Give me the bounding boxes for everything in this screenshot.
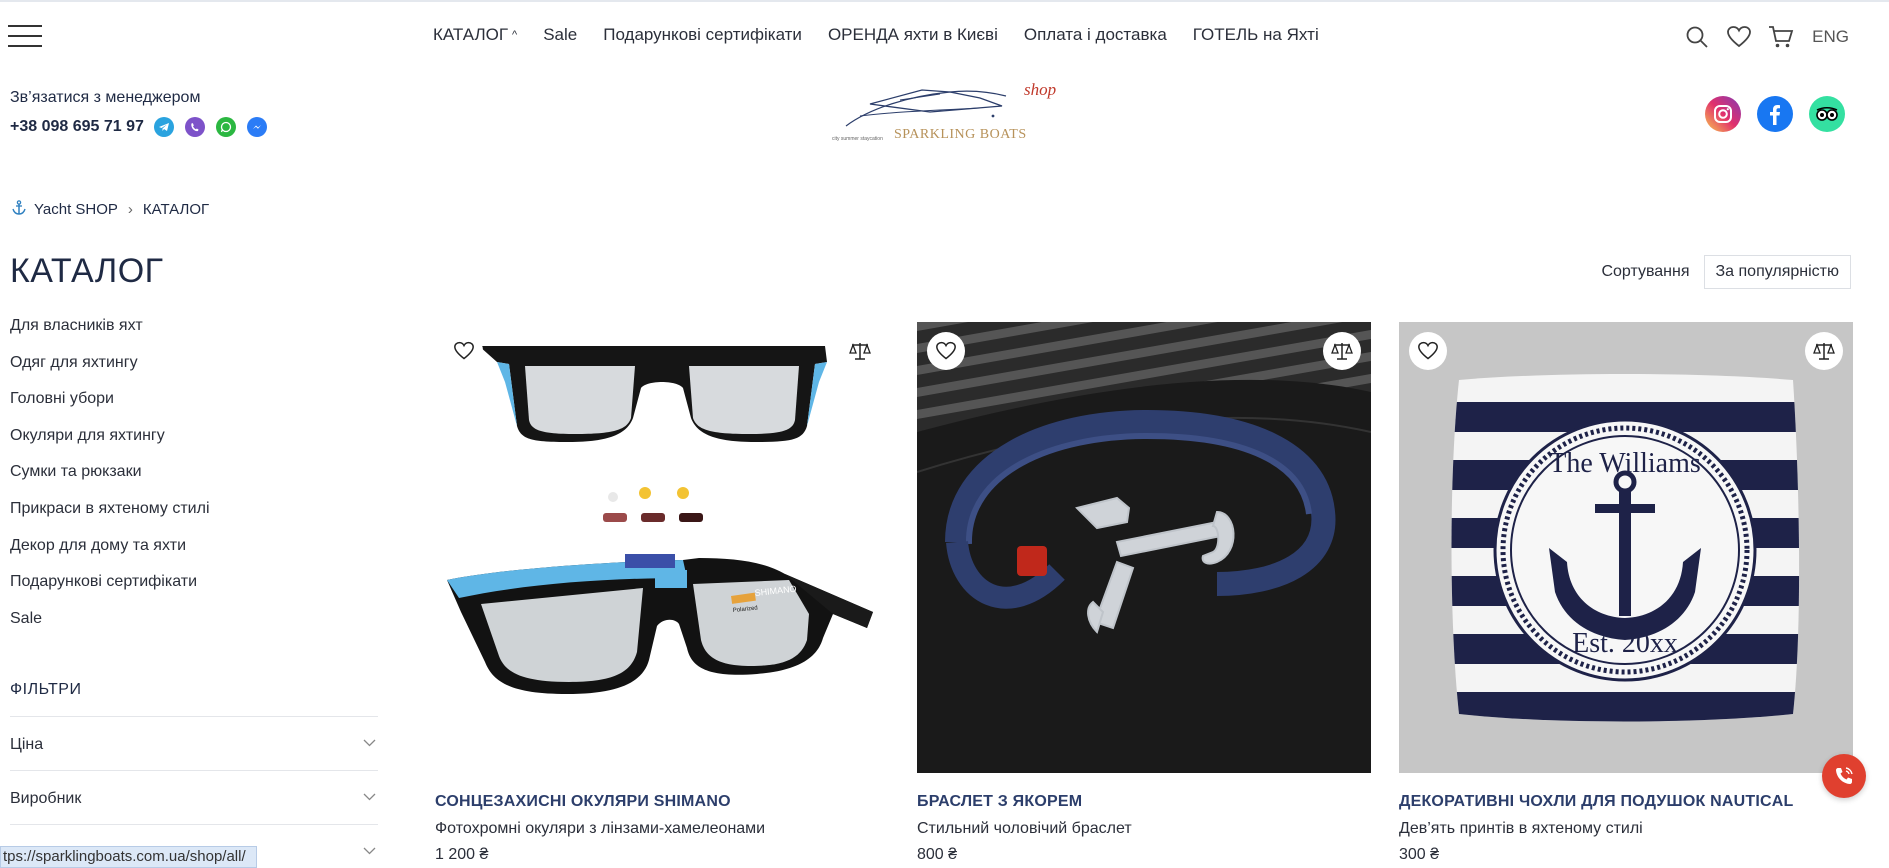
product-price: 800 ₴ — [917, 846, 958, 863]
product-image[interactable] — [917, 322, 1371, 773]
cart-icon[interactable] — [1764, 20, 1798, 54]
filter-price[interactable]: Ціна — [10, 716, 378, 770]
nav-item-yacht-rental[interactable]: ОРЕНДА яхти в Києві — [828, 25, 998, 45]
facebook-icon[interactable] — [1757, 96, 1793, 132]
social-links — [1705, 96, 1845, 132]
product-title[interactable]: СОНЦЕЗАХИСНІ ОКУЛЯРИ SHIMANO — [435, 793, 889, 811]
category-list: Для власників яхт Одяг для яхтингу Голов… — [10, 317, 210, 646]
logo-tagline: city summer staycation — [832, 136, 883, 142]
whatsapp-icon[interactable] — [215, 117, 236, 137]
category-item[interactable]: Одяг для яхтингу — [10, 354, 210, 391]
nav-item-gift-certificates[interactable]: Подарункові сертифікати — [603, 25, 802, 45]
product-description: Стильний чоловічий браслет — [917, 820, 1132, 837]
status-bar-url: tps://sparklingboats.com.ua/shop/all/ — [0, 846, 257, 868]
nav-item-catalog[interactable]: КАТАЛОГ ^ — [433, 25, 517, 45]
product-card[interactable]: The Williams Est. 20xx ДЕКОРАТИВНІ ЧОХЛИ… — [1399, 322, 1853, 864]
heart-icon — [454, 341, 474, 360]
sort-select[interactable]: За популярністю — [1703, 255, 1851, 289]
category-item[interactable]: Декор для дому та яхти — [10, 537, 210, 574]
product-image[interactable]: The Williams Est. 20xx — [1399, 322, 1853, 773]
product-card[interactable]: БРАСЛЕТ З ЯКОРЕМ Стильний чоловічий брас… — [917, 322, 1371, 864]
nautical-pillow-image: The Williams Est. 20xx — [1399, 322, 1853, 773]
anchor-bracelet-image — [917, 322, 1371, 773]
page-title: КАТАЛОГ — [10, 252, 164, 290]
product-description: Дев’ять принтів в яхтеному стилі — [1399, 820, 1643, 837]
phone-icon — [1836, 767, 1853, 784]
product-image[interactable]: SHIMANO Polarized — [435, 322, 889, 773]
site-logo[interactable]: shop SPARKLING BOATS city summer staycat… — [830, 78, 1066, 150]
category-item[interactable]: Окуляри для яхтингу — [10, 427, 210, 464]
compare-button[interactable] — [1805, 332, 1843, 370]
add-to-favorites-button[interactable] — [1409, 332, 1447, 370]
telegram-icon[interactable] — [153, 117, 174, 137]
sort-label: Сортування — [1601, 263, 1690, 280]
instagram-icon[interactable] — [1705, 96, 1741, 132]
chevron-down-icon — [363, 789, 376, 804]
scales-icon — [1331, 343, 1353, 360]
main-menu: КАТАЛОГ ^ Sale Подарункові сертифікати ОР… — [433, 25, 1345, 45]
heart-icon — [1418, 341, 1438, 360]
menu-icon[interactable] — [8, 25, 42, 47]
filter-label: Виробник — [10, 790, 82, 807]
breadcrumb-current: КАТАЛОГ — [142, 201, 210, 218]
filter-label: Ціна — [10, 736, 44, 753]
product-title[interactable]: ДЕКОРАТИВНІ ЧОХЛИ ДЛЯ ПОДУШОК NAUTICAL — [1399, 793, 1853, 811]
product-price: 1 200 ₴ — [435, 846, 489, 863]
nav-item-sale[interactable]: Sale — [543, 25, 577, 45]
logo-brand-text: SPARKLING BOATS — [894, 127, 1027, 142]
chevron-up-icon: ^ — [512, 29, 518, 41]
sunglasses-image: SHIMANO Polarized — [447, 346, 873, 694]
viber-icon[interactable] — [184, 117, 205, 137]
call-button[interactable] — [1822, 754, 1866, 798]
contact-label: Зв’язатися з менеджером — [10, 89, 201, 106]
nav-item-payment-delivery[interactable]: Оплата і доставка — [1024, 25, 1167, 45]
category-item[interactable]: Сумки та рюкзаки — [10, 463, 210, 500]
category-item[interactable]: Подарункові сертифікати — [10, 573, 210, 610]
sort-control: Сортування За популярністю — [1601, 255, 1851, 289]
header-actions: ENG — [1672, 20, 1849, 54]
scales-icon — [849, 343, 871, 360]
tripadvisor-icon[interactable] — [1809, 96, 1845, 132]
breadcrumb-home[interactable]: Yacht SHOP — [34, 201, 118, 218]
language-switch[interactable]: ENG — [1812, 27, 1849, 47]
filters-title: ФІЛЬТРИ — [10, 681, 82, 698]
category-item[interactable]: Sale — [10, 610, 210, 647]
chevron-down-icon — [363, 735, 376, 750]
category-item[interactable]: Для власників яхт — [10, 317, 210, 354]
breadcrumb: Yacht SHOP › КАТАЛОГ — [12, 200, 209, 219]
compare-button[interactable] — [841, 332, 879, 370]
nav-item-yacht-hotel[interactable]: ГОТЕЛЬ на Яхті — [1193, 25, 1319, 45]
filter-manufacturer[interactable]: Виробник — [10, 770, 378, 824]
messenger-icon[interactable] — [246, 117, 267, 137]
category-item[interactable]: Прикраси в яхтеному стилі — [10, 500, 210, 537]
logo-shop-text: shop — [1024, 80, 1057, 99]
compare-button[interactable] — [1323, 332, 1361, 370]
product-description: Фотохромні окуляри з лінзами-хамелеонами — [435, 820, 766, 837]
product-card[interactable]: SHIMANO Polarized СОНЦЕЗАХИСНІ ОКУЛЯРИ S… — [435, 322, 889, 864]
phone-number[interactable]: +38 098 695 71 97 — [10, 118, 144, 136]
heart-icon — [936, 341, 956, 360]
breadcrumb-separator: › — [127, 201, 133, 218]
product-price: 300 ₴ — [1399, 846, 1440, 863]
heart-icon[interactable] — [1722, 20, 1756, 54]
category-item[interactable]: Головні убори — [10, 390, 210, 427]
add-to-favorites-button[interactable] — [927, 332, 965, 370]
add-to-favorites-button[interactable] — [445, 332, 483, 370]
anchor-icon — [12, 200, 26, 219]
search-icon[interactable] — [1680, 20, 1714, 54]
chevron-down-icon — [363, 843, 376, 858]
scales-icon — [1813, 343, 1835, 360]
product-title[interactable]: БРАСЛЕТ З ЯКОРЕМ — [917, 793, 1371, 811]
top-navigation: КАТАЛОГ ^ Sale Подарункові сертифікати ОР… — [0, 0, 1889, 68]
manager-contact: Зв’язатися з менеджером +38 098 695 71 9… — [10, 89, 278, 137]
